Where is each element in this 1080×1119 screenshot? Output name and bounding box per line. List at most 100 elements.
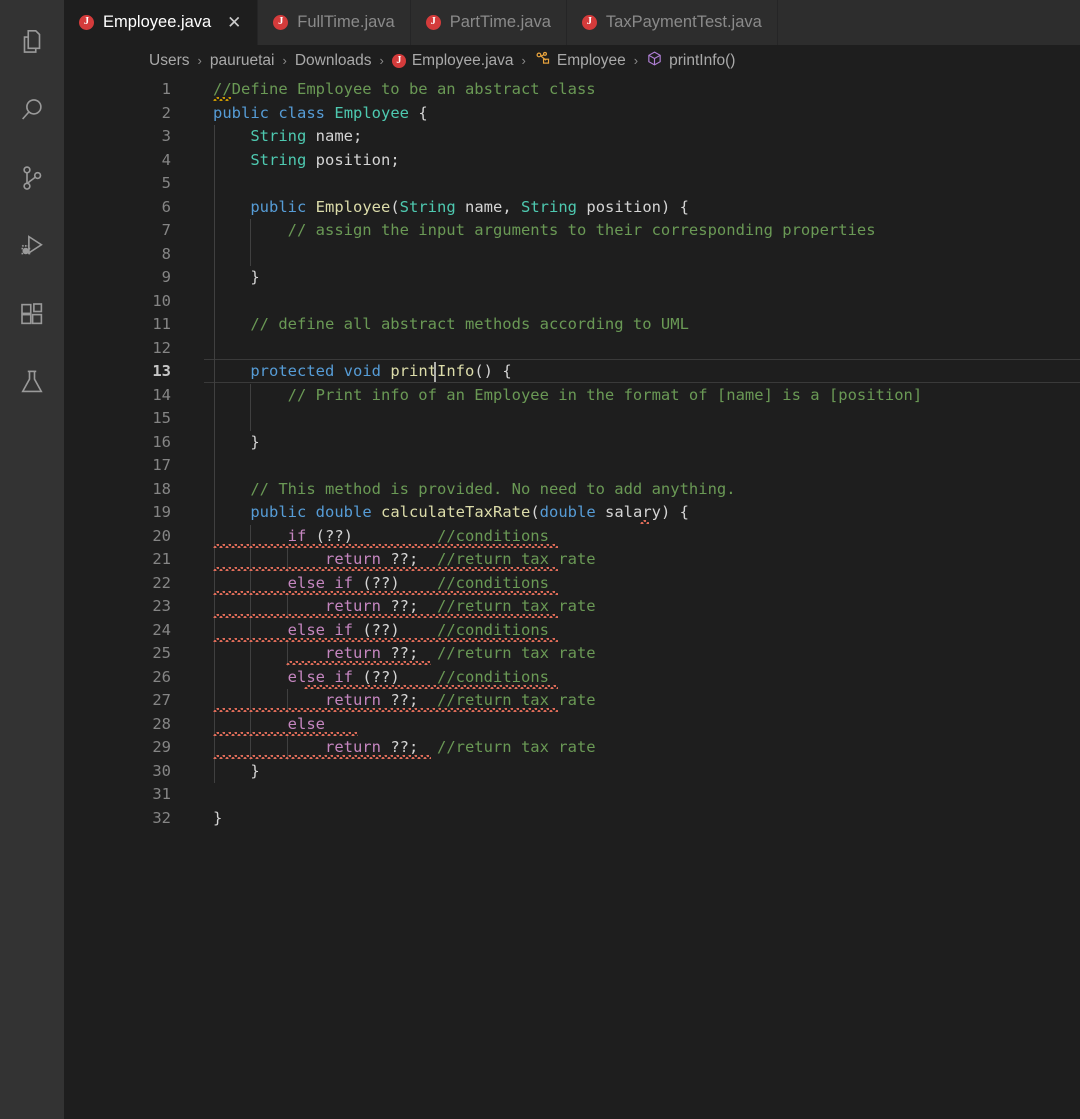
line-number: 10: [152, 291, 171, 310]
code-line[interactable]: 14 // Print info of an Employee in the f…: [64, 384, 1080, 408]
line-number: 2: [161, 103, 171, 122]
line-number: 26: [152, 667, 171, 686]
line-text: String position;: [250, 150, 400, 169]
line-text: return ??; //return tax rate: [324, 644, 596, 662]
breadcrumb-label: printInfo(): [669, 51, 736, 69]
vscode-window: J Employee.java ✕ J FullTime.java J Part…: [0, 0, 1080, 1119]
line-text: public class Employee {: [213, 103, 428, 122]
code-line[interactable]: 9 }: [64, 266, 1080, 290]
activity-item-testing[interactable]: [0, 348, 64, 416]
java-icon: J: [581, 15, 597, 30]
close-icon[interactable]: ✕: [226, 13, 242, 33]
line-text: return ??; //return tax rate: [324, 691, 596, 709]
code-line[interactable]: 16 }: [64, 431, 1080, 455]
code-line[interactable]: 30 }: [64, 760, 1080, 784]
activity-item-extensions[interactable]: [0, 280, 64, 348]
code-line[interactable]: 4 String position;: [64, 149, 1080, 173]
indent-guide: [214, 736, 215, 760]
line-text: return ??; //return tax rate: [324, 738, 596, 756]
line-text: //Define Employee to be an abstract clas…: [213, 80, 596, 98]
activity-item-source-control[interactable]: [0, 144, 64, 212]
code-line[interactable]: 22 else if (??) //conditions: [64, 572, 1080, 596]
code-line[interactable]: 23 return ??; //return tax rate: [64, 595, 1080, 619]
indent-guide: [214, 595, 215, 619]
code-line[interactable]: 28 else: [64, 713, 1080, 737]
breadcrumb-item-pauruetai[interactable]: pauruetai: [210, 52, 275, 70]
tab-label: TaxPaymentTest.java: [605, 13, 762, 31]
line-text: }: [213, 432, 260, 451]
line-number: 8: [161, 244, 171, 263]
code-line[interactable]: 31: [64, 783, 1080, 807]
code-line[interactable]: 17: [64, 454, 1080, 478]
tab-employee-java[interactable]: J Employee.java ✕: [64, 0, 259, 45]
tab-taxpaymenttest-java[interactable]: J TaxPaymentTest.java: [566, 0, 778, 45]
line-number: 29: [152, 738, 171, 756]
code-line[interactable]: 27 return ??; //return tax rate: [64, 689, 1080, 713]
breadcrumb-item-downloads[interactable]: Downloads: [295, 52, 372, 70]
indent-guide: [214, 383, 215, 431]
tab-label: FullTime.java: [297, 13, 395, 31]
code-line[interactable]: 3 String name;: [64, 125, 1080, 149]
code-line[interactable]: 32}: [64, 807, 1080, 831]
code-line[interactable]: 6 public Employee(String name, String po…: [64, 196, 1080, 220]
line-number: 11: [152, 315, 171, 333]
line-text: return ??; //return tax rate: [324, 597, 596, 615]
activity-item-search[interactable]: [0, 76, 64, 144]
code-line[interactable]: 8: [64, 243, 1080, 267]
code-line[interactable]: 18 // This method is provided. No need t…: [64, 478, 1080, 502]
indent-guide: [250, 219, 252, 266]
java-icon: J: [391, 53, 406, 68]
tab-fulltime-java[interactable]: J FullTime.java: [258, 0, 411, 45]
code-line[interactable]: 19 public double calculateTaxRate(double…: [64, 501, 1080, 525]
line-number: 18: [152, 479, 171, 498]
code-line[interactable]: 21 return ??; //return tax rate: [64, 548, 1080, 572]
breadcrumb-item-users[interactable]: Users: [149, 52, 189, 70]
activity-bar: [0, 0, 64, 1119]
indent-guide: [286, 689, 288, 713]
activity-item-explorer[interactable]: [0, 8, 64, 76]
breadcrumb-separator: ›: [379, 53, 384, 68]
code-line[interactable]: 5: [64, 172, 1080, 196]
line-number: 28: [152, 714, 171, 733]
line-text: }: [213, 761, 260, 780]
line-text: else: [287, 714, 325, 733]
code-editor[interactable]: 1 //Define Employee to be an abstract cla…: [64, 76, 1080, 1119]
code-line[interactable]: 11 // define all abstract methods accord…: [64, 313, 1080, 337]
tab-parttime-java[interactable]: J PartTime.java: [410, 0, 567, 45]
indent-guide: [286, 595, 288, 619]
code-line[interactable]: 20 if (??) //conditions: [64, 525, 1080, 549]
indent-guide: [214, 642, 215, 666]
breadcrumb-item-employee-class[interactable]: Employee: [534, 50, 626, 72]
tab-label: PartTime.java: [449, 13, 551, 31]
breadcrumb-separator: ›: [197, 53, 202, 68]
indent-guide: [250, 689, 252, 713]
indent-guide: [250, 595, 252, 619]
breadcrumb-item-printinfo-method[interactable]: printInfo(): [646, 50, 735, 72]
code-content[interactable]: 1 //Define Employee to be an abstract cla…: [64, 76, 1080, 1119]
line-number: 3: [161, 127, 171, 145]
code-line[interactable]: 10: [64, 290, 1080, 314]
code-line[interactable]: 15: [64, 407, 1080, 431]
code-line[interactable]: 29 return ??; //return tax rate: [64, 736, 1080, 760]
code-line[interactable]: 13 protected void printInfo() {: [64, 360, 1080, 384]
code-line[interactable]: 2 public class Employee {: [64, 102, 1080, 126]
indent-guide: [250, 736, 252, 760]
code-line[interactable]: 1 //Define Employee to be an abstract cla…: [64, 78, 1080, 102]
line-number: 23: [152, 597, 171, 615]
branch-icon: [17, 163, 47, 193]
java-icon: J: [79, 15, 94, 30]
line-number: 20: [152, 526, 171, 545]
code-line[interactable]: 7 // assign the input arguments to their…: [64, 219, 1080, 243]
java-icon: J: [425, 15, 441, 30]
code-line[interactable]: 25 return ??; //return tax rate: [64, 642, 1080, 666]
line-text: // This method is provided. No need to a…: [250, 479, 736, 498]
line-number: 4: [161, 150, 171, 169]
code-line[interactable]: 26 else if (??) //conditions: [64, 666, 1080, 690]
line-text: public double calculateTaxRate(double sa…: [250, 503, 690, 521]
line-number: 31: [152, 785, 171, 803]
code-line[interactable]: 24 else if (??) //conditions: [64, 619, 1080, 643]
java-icon: J: [273, 15, 289, 30]
breadcrumb-item-employee-java[interactable]: J Employee.java: [391, 52, 514, 70]
activity-item-run-debug[interactable]: [0, 212, 64, 280]
code-line[interactable]: 12: [64, 337, 1080, 361]
